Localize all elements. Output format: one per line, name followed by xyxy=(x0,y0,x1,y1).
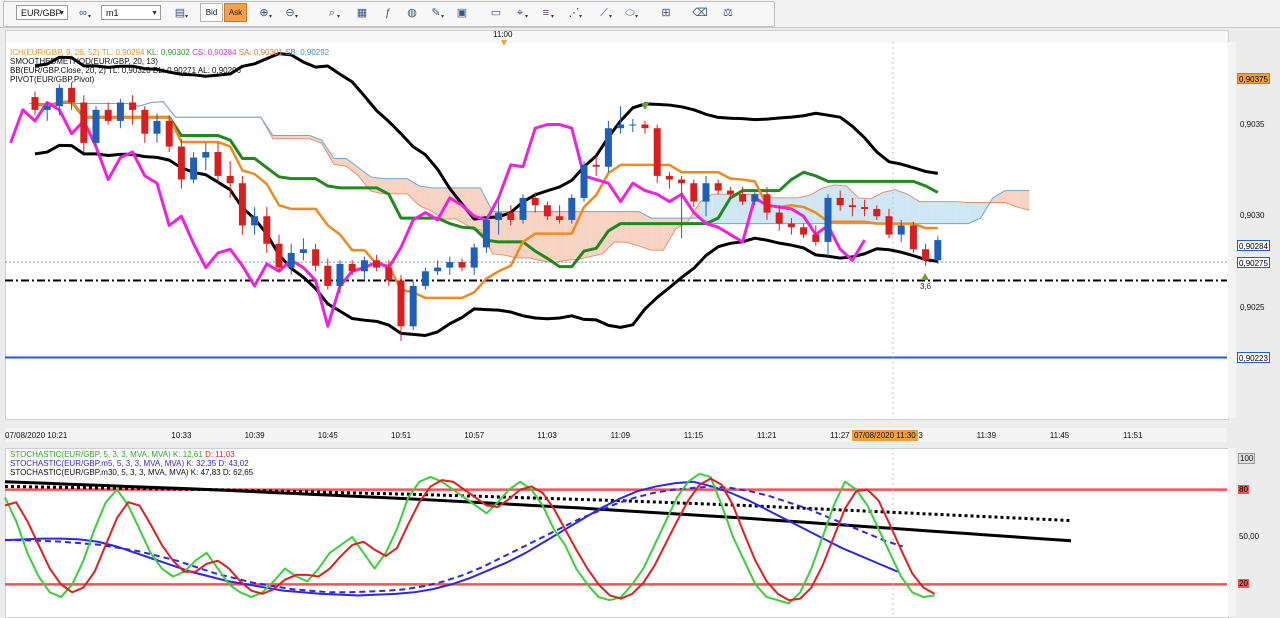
stoch-m30-d: D: 62,65 xyxy=(222,468,254,477)
stochastic-chart xyxy=(4,448,1227,616)
stoch-m5-d: D: 43,02 xyxy=(218,459,249,468)
stoch-m30-k: K: 47,83 xyxy=(190,468,221,477)
stoch-tick-label: 80 xyxy=(1238,484,1249,494)
stoch-m30-legend: STOCHASTIC(EUR/GBP.m30, 5, 3, 3, MVA, MV… xyxy=(10,468,253,477)
stoch-m5-k: K: 32,35 xyxy=(186,459,217,468)
stoch-tick-label: 100 xyxy=(1238,453,1256,464)
stoch-m30-d-line xyxy=(4,484,1072,523)
stoch-m1-name: STOCHASTIC(EUR/GBP, 5, 3, 3, MVA, MVA) xyxy=(10,450,171,459)
stoch-m1-k: K: 12,61 xyxy=(173,450,203,459)
stoch-tick-label: 20 xyxy=(1238,579,1249,589)
stoch-tick-label: 50,00 xyxy=(1239,532,1260,541)
stoch-m30-name: STOCHASTIC(EUR/GBP.m30, 5, 3, 3, MVA, MV… xyxy=(10,468,189,477)
stoch-m5-name: STOCHASTIC(EUR/GBP.m5, 5, 3, 3, MVA, MVA… xyxy=(10,459,185,468)
stoch-m1-legend: STOCHASTIC(EUR/GBP, 5, 3, 3, MVA, MVA) K… xyxy=(10,450,253,459)
stochastic-legend: STOCHASTIC(EUR/GBP, 5, 3, 3, MVA, MVA) K… xyxy=(10,450,253,477)
stoch-m1-d: D: 11,03 xyxy=(205,450,235,459)
stoch-m5-legend: STOCHASTIC(EUR/GBP.m5, 5, 3, 3, MVA, MVA… xyxy=(10,459,253,468)
